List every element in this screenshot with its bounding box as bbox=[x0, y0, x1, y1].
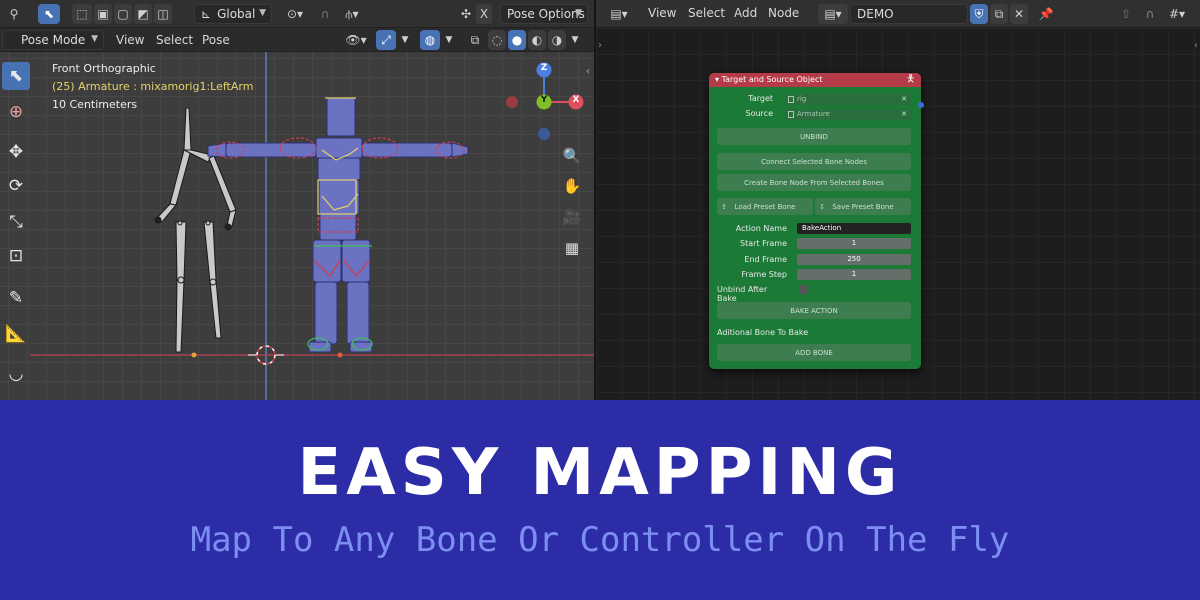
node-tree-name-field[interactable]: DEMO bbox=[850, 4, 968, 24]
unbind-after-bake-label: Unbind After Bake bbox=[717, 285, 768, 303]
clear-source-close-icon[interactable]: ✕ bbox=[901, 109, 907, 120]
node-editor[interactable]: ▤▾ View Select Add Node ▤▾ DEMO ⛨ ⧉ ✕ 📌 … bbox=[596, 0, 1200, 400]
rig-origin-dot bbox=[337, 352, 343, 358]
banner-subtitle: Map To Any Bone Or Controller On The Fly bbox=[190, 520, 1010, 560]
save-preset-label: Save Preset Bone bbox=[832, 202, 894, 211]
frame-step-input[interactable]: 1 bbox=[797, 269, 911, 280]
banner-title: EASY MAPPING bbox=[297, 436, 903, 510]
node-tree-name-value: DEMO bbox=[857, 7, 894, 21]
origin-dot bbox=[191, 352, 197, 358]
create-bone-node-button[interactable]: Create Bone Node From Selected Bones bbox=[717, 174, 911, 191]
viewport-scene[interactable] bbox=[0, 0, 594, 400]
gizmo-y-label: Y bbox=[540, 95, 548, 105]
source-value: Armature bbox=[797, 110, 830, 118]
node-editor-header: ▤▾ View Select Add Node ▤▾ DEMO ⛨ ⧉ ✕ 📌 … bbox=[596, 0, 1200, 28]
clear-target-close-icon[interactable]: ✕ bbox=[901, 94, 907, 105]
end-frame-input[interactable]: 250 bbox=[797, 254, 911, 265]
import-arrow-icon: ⇪ bbox=[721, 202, 727, 211]
frame-step-label: Frame Step bbox=[741, 270, 787, 279]
node-tree-type-icon[interactable]: ▤▾ bbox=[818, 4, 848, 24]
connect-selected-bone-nodes-button[interactable]: Connect Selected Bone Nodes bbox=[717, 153, 911, 170]
menu-view[interactable]: View bbox=[648, 6, 676, 20]
unlink-tree-close-icon[interactable]: ✕ bbox=[1010, 4, 1028, 24]
gizmo-neg-z-axis bbox=[538, 128, 550, 140]
start-frame-input[interactable]: 1 bbox=[797, 238, 911, 249]
target-source-object-node[interactable]: ▾ Target and Source Object 🯅 Target rig … bbox=[709, 73, 921, 369]
3d-viewport[interactable]: ⚲ ⬉ ⬚ ▣ ▢ ◩ ◫ ⊾ Global ▼ ⊙▾ ∩ ⫛▾ ✣ X Pos… bbox=[0, 0, 594, 400]
node-header[interactable]: ▾ Target and Source Object 🯅 bbox=[709, 73, 921, 87]
add-bone-button[interactable]: ADD BONE bbox=[717, 344, 911, 361]
target-value: rig bbox=[797, 95, 807, 103]
save-preset-bone-button[interactable]: ⇩ Save Preset Bone bbox=[815, 198, 911, 215]
gizmo-z-label: Z bbox=[540, 63, 548, 73]
source-object-field[interactable]: Armature ✕ bbox=[785, 109, 911, 120]
node-title: Target and Source Object bbox=[721, 75, 823, 84]
armature-figure-icon: 🯅 bbox=[906, 74, 915, 85]
node-output-socket[interactable] bbox=[918, 102, 924, 108]
toggle-perspective-grid-icon[interactable]: ▦ bbox=[560, 236, 584, 260]
parent-tree-up-icon[interactable]: ⇧ bbox=[1116, 4, 1136, 24]
load-preset-bone-button[interactable]: ⇪ Load Preset Bone bbox=[717, 198, 813, 215]
duplicate-tree-icon[interactable]: ⧉ bbox=[990, 4, 1008, 24]
target-object-field[interactable]: rig ✕ bbox=[785, 94, 911, 105]
end-frame-label: End Frame bbox=[744, 255, 787, 264]
promo-banner: EASY MAPPING Map To Any Bone Or Controll… bbox=[0, 400, 1200, 600]
target-label: Target bbox=[748, 94, 773, 103]
object-icon bbox=[788, 96, 794, 103]
source-label: Source bbox=[745, 109, 773, 118]
menu-add[interactable]: Add bbox=[734, 6, 757, 20]
export-arrow-icon: ⇩ bbox=[819, 202, 825, 211]
menu-select[interactable]: Select bbox=[688, 6, 725, 20]
sidebar-expand-chevron-icon[interactable]: ‹ bbox=[586, 66, 590, 77]
toolbar-expand-chevron-icon[interactable]: › bbox=[598, 40, 602, 51]
zoom-view-icon[interactable]: 🔍 bbox=[560, 144, 584, 168]
sidebar-expand-chevron-icon[interactable]: ‹ bbox=[1194, 40, 1198, 51]
snap-magnet-icon[interactable]: ∩ bbox=[1140, 4, 1160, 24]
bake-action-button[interactable]: BAKE ACTION bbox=[717, 302, 911, 319]
start-frame-label: Start Frame bbox=[739, 239, 787, 248]
camera-view-icon[interactable]: 🎥 bbox=[560, 205, 584, 229]
gizmo-neg-x-axis bbox=[506, 96, 518, 108]
gizmo-x-label: X bbox=[572, 95, 580, 105]
fake-user-shield-icon[interactable]: ⛨ bbox=[970, 4, 988, 24]
object-icon bbox=[788, 111, 794, 118]
unbind-after-bake-checkbox[interactable] bbox=[799, 285, 808, 294]
additional-bone-label: Aditional Bone To Bake bbox=[717, 328, 809, 337]
action-name-label: Action Name bbox=[735, 224, 787, 233]
load-preset-label: Load Preset Bone bbox=[734, 202, 796, 211]
editor-type-icon[interactable]: ▤▾ bbox=[604, 4, 634, 24]
snap-element-icon[interactable]: #▾ bbox=[1162, 4, 1192, 24]
pan-view-hand-icon[interactable]: ✋ bbox=[560, 174, 584, 198]
unbind-button[interactable]: UNBIND bbox=[717, 128, 911, 145]
pin-icon[interactable]: 📌 bbox=[1036, 4, 1056, 24]
menu-node[interactable]: Node bbox=[768, 6, 799, 20]
action-name-input[interactable]: BakeAction bbox=[797, 223, 911, 234]
target-rig-mesh bbox=[207, 97, 469, 353]
